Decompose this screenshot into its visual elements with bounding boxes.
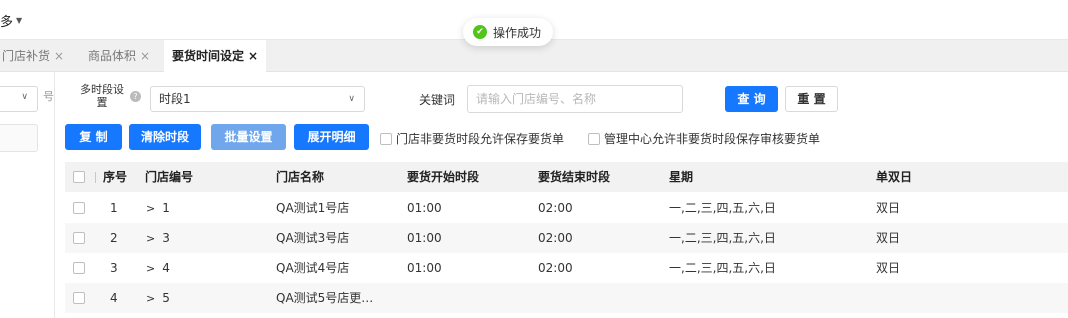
period-label: 多时段设置 xyxy=(78,83,126,109)
row-store-name: QA测试5号店更… xyxy=(276,291,374,305)
toast-message: 操作成功 xyxy=(493,25,542,40)
check-circle-icon: ✔ xyxy=(473,25,487,39)
close-icon[interactable]: × xyxy=(54,49,64,63)
help-icon[interactable]: ? xyxy=(130,91,141,102)
left-panel: ∨ 号 xyxy=(0,72,55,318)
table-header: 序号 门店编号 门店名称 要货开始时段 要货结束时段 星期 单双日 xyxy=(65,162,1068,192)
checkbox[interactable] xyxy=(588,132,600,145)
col-end-time: 要货结束时段 xyxy=(538,170,611,184)
period-select-value: 时段1 xyxy=(159,92,191,106)
row-start-time: 01:00 xyxy=(407,231,442,245)
checkbox[interactable] xyxy=(380,132,392,145)
row-index: 1 xyxy=(110,201,118,215)
table-row[interactable]: 1 >1 QA测试1号店 01:00 02:00 一,二,三,四,五,六,日 双… xyxy=(65,193,1068,223)
row-store-code: 4 xyxy=(162,261,170,275)
row-odd-even-day: 双日 xyxy=(876,261,901,275)
row-weekday: 一,二,三,四,五,六,日 xyxy=(669,261,776,275)
left-truncated-label: 号 xyxy=(43,90,54,103)
row-store-name: QA测试4号店 xyxy=(276,261,350,275)
col-index: 序号 xyxy=(103,170,128,184)
tab-store-replenish[interactable]: 门店补货 × xyxy=(2,40,64,72)
allow-approve-order-option[interactable]: 管理中心允许非要货时段保存审核要货单 xyxy=(588,130,820,147)
tab-label: 商品体积 xyxy=(88,49,137,63)
row-checkbox[interactable] xyxy=(73,292,85,304)
col-weekday: 星期 xyxy=(669,170,694,184)
select-all-checkbox[interactable] xyxy=(73,171,85,183)
column-divider xyxy=(95,172,96,183)
close-icon[interactable]: × xyxy=(248,49,258,63)
row-store-code: 3 xyxy=(162,231,170,245)
col-store-name: 门店名称 xyxy=(276,170,325,184)
row-store-name: QA测试1号店 xyxy=(276,201,350,215)
tab-label: 门店补货 xyxy=(2,49,51,63)
period-label-text: 多时段设置 xyxy=(80,83,124,109)
row-store-code: 1 xyxy=(162,201,170,215)
more-menu[interactable]: 多 ▼ xyxy=(0,11,22,30)
row-index: 4 xyxy=(110,291,118,305)
chevron-right-icon[interactable]: > xyxy=(146,202,155,215)
more-menu-label: 多 xyxy=(0,15,14,30)
row-odd-even-day: 双日 xyxy=(876,231,901,245)
row-code-cell[interactable]: >4 xyxy=(146,253,170,283)
expand-details-button[interactable]: 展开明细 xyxy=(294,124,369,150)
row-end-time: 02:00 xyxy=(538,261,573,275)
reset-button[interactable]: 重 置 xyxy=(785,86,838,112)
caret-down-icon: ▼ xyxy=(16,16,23,25)
chevron-down-icon: ∨ xyxy=(21,92,28,102)
option-label: 管理中心允许非要货时段保存审核要货单 xyxy=(604,132,821,146)
tab-product-volume[interactable]: 商品体积 × xyxy=(88,40,150,72)
row-end-time: 02:00 xyxy=(538,231,573,245)
row-end-time: 02:00 xyxy=(538,201,573,215)
batch-settings-button[interactable]: 批量设置 xyxy=(211,124,286,150)
keyword-input[interactable] xyxy=(467,85,683,113)
chevron-down-icon: ∨ xyxy=(348,94,355,104)
clear-period-button[interactable]: 清除时段 xyxy=(129,124,201,150)
row-odd-even-day: 双日 xyxy=(876,201,901,215)
table-row[interactable]: 4 >5 QA测试5号店更… xyxy=(65,283,1068,313)
success-toast: ✔ 操作成功 xyxy=(463,18,554,46)
row-checkbox[interactable] xyxy=(73,262,85,274)
period-select[interactable]: 时段1 ∨ xyxy=(150,86,365,112)
row-code-cell[interactable]: >3 xyxy=(146,223,170,253)
option-label: 门店非要货时段允许保存要货单 xyxy=(396,132,565,146)
row-code-cell[interactable]: >1 xyxy=(146,193,170,223)
row-store-code: 5 xyxy=(162,291,170,305)
left-select[interactable]: ∨ xyxy=(0,86,38,112)
allow-save-order-option[interactable]: 门店非要货时段允许保存要货单 xyxy=(380,130,564,147)
col-odd-even-day: 单双日 xyxy=(876,170,913,184)
tab-order-time-settings[interactable]: 要货时间设定 × xyxy=(164,40,267,72)
tab-label: 要货时间设定 xyxy=(172,49,245,63)
chevron-right-icon[interactable]: > xyxy=(146,262,155,275)
col-store-code: 门店编号 xyxy=(145,170,194,184)
row-checkbox[interactable] xyxy=(73,232,85,244)
keyword-label: 关键词 xyxy=(419,93,456,107)
table-row[interactable]: 3 >4 QA测试4号店 01:00 02:00 一,二,三,四,五,六,日 双… xyxy=(65,253,1068,283)
copy-button[interactable]: 复 制 xyxy=(65,124,122,150)
chevron-right-icon[interactable]: > xyxy=(146,232,155,245)
table-row[interactable]: 2 >3 QA测试3号店 01:00 02:00 一,二,三,四,五,六,日 双… xyxy=(65,223,1068,253)
row-index: 2 xyxy=(110,231,118,245)
row-start-time: 01:00 xyxy=(407,261,442,275)
row-store-name: QA测试3号店 xyxy=(276,231,350,245)
row-checkbox[interactable] xyxy=(73,202,85,214)
row-code-cell[interactable]: >5 xyxy=(146,283,170,313)
col-start-time: 要货开始时段 xyxy=(407,170,480,184)
row-weekday: 一,二,三,四,五,六,日 xyxy=(669,231,776,245)
row-index: 3 xyxy=(110,261,118,275)
left-input[interactable] xyxy=(0,124,38,152)
chevron-right-icon[interactable]: > xyxy=(146,292,155,305)
query-button[interactable]: 查 询 xyxy=(725,86,778,112)
row-weekday: 一,二,三,四,五,六,日 xyxy=(669,201,776,215)
row-start-time: 01:00 xyxy=(407,201,442,215)
close-icon[interactable]: × xyxy=(140,49,150,63)
